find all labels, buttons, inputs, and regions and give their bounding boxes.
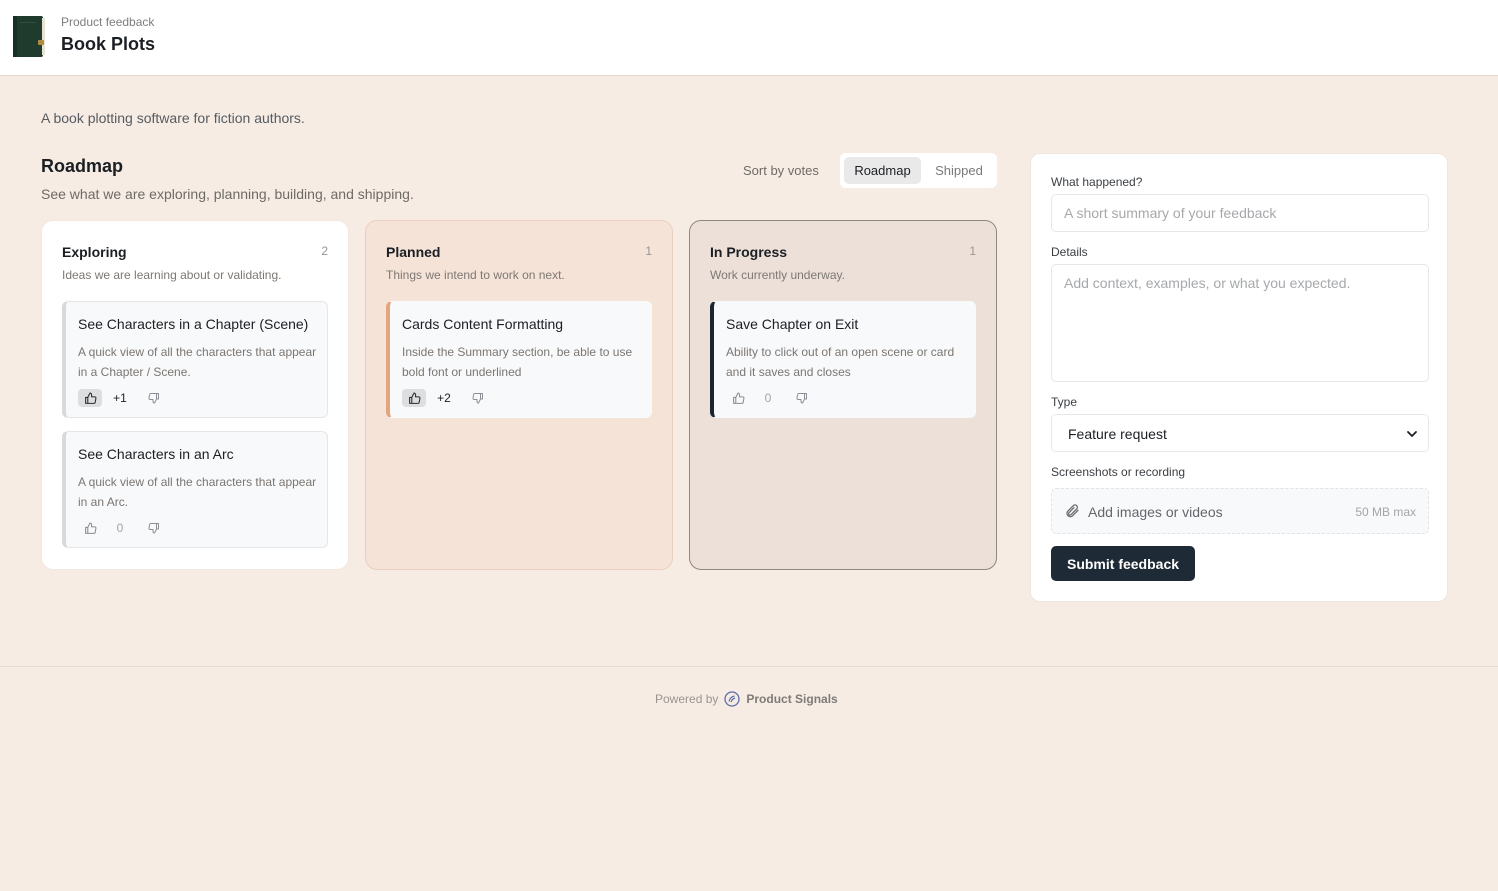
- product-signals-link[interactable]: Product Signals: [746, 692, 837, 706]
- powered-by-text: Powered by: [655, 692, 719, 706]
- thumbs-down-icon: [796, 393, 807, 404]
- details-textarea[interactable]: [1051, 264, 1429, 382]
- type-select-value: Feature request: [1068, 426, 1167, 442]
- column-in-progress: In Progress 1 Work currently underway. S…: [689, 220, 997, 570]
- upvote-button[interactable]: [78, 519, 102, 537]
- upvote-button[interactable]: [78, 389, 102, 407]
- downvote-button[interactable]: [142, 519, 166, 537]
- media-label: Screenshots or recording: [1051, 465, 1186, 479]
- column-title: Exploring: [62, 244, 127, 260]
- roadmap-title: Roadmap: [41, 156, 124, 176]
- thumbs-down-icon: [472, 393, 483, 404]
- card-title: Save Chapter on Exit: [726, 316, 859, 332]
- footer-divider: [0, 666, 1498, 667]
- book-icon: [13, 16, 45, 57]
- column-title: Planned: [386, 244, 441, 260]
- downvote-button[interactable]: [142, 389, 166, 407]
- card-body: Ability to click out of an open scene or…: [726, 345, 955, 379]
- footer: Powered by Product Signals: [655, 691, 838, 707]
- roadmap-subtitle: See what we are exploring, planning, bui…: [41, 186, 414, 202]
- media-upload[interactable]: Add images or videos 50 MB max: [1051, 488, 1429, 534]
- roadmap-card[interactable]: Save Chapter on Exit Ability to click ou…: [710, 301, 976, 418]
- brand-title: Book Plots: [61, 34, 156, 54]
- column-count: 1: [969, 244, 976, 258]
- tagline: A book plotting software for fiction aut…: [41, 110, 305, 126]
- chevron-down-icon: [1407, 431, 1417, 437]
- downvote-button[interactable]: [466, 389, 490, 407]
- paperclip-icon: [1066, 504, 1079, 518]
- upvote-button[interactable]: [402, 389, 426, 407]
- thumbs-up-icon: [408, 392, 420, 404]
- tab-roadmap[interactable]: Roadmap: [844, 157, 921, 184]
- brand-subtitle: Product feedback: [61, 15, 155, 29]
- thumbs-up-icon: [84, 522, 96, 534]
- card-title: Cards Content Formatting: [402, 316, 564, 332]
- type-label: Type: [1051, 395, 1078, 409]
- thumbs-down-icon: [148, 523, 159, 534]
- thumbs-up-icon: [84, 392, 96, 404]
- vote-count: +2: [437, 391, 451, 405]
- tab-shipped[interactable]: Shipped: [925, 157, 993, 184]
- thumbs-up-icon: [732, 392, 744, 404]
- summary-label: What happened?: [1051, 175, 1143, 189]
- card-title: See Characters in a Chapter (Scene): [78, 316, 309, 332]
- column-count: 2: [321, 244, 328, 258]
- roadmap-card[interactable]: See Characters in an Arc A quick view of…: [62, 431, 328, 548]
- vote-count: 0: [116, 521, 124, 535]
- vote-count: +1: [113, 391, 127, 405]
- column-exploring: Exploring 2 Ideas we are learning about …: [41, 220, 349, 570]
- submit-feedback-button[interactable]: Submit feedback: [1051, 546, 1195, 581]
- downvote-button[interactable]: [790, 389, 814, 407]
- card-body: Inside the Summary section, be able to u…: [402, 345, 633, 379]
- product-signals-logo-icon: [724, 691, 741, 707]
- column-description: Ideas we are learning about or validatin…: [62, 268, 282, 282]
- summary-input[interactable]: [1051, 194, 1429, 232]
- roadmap-card[interactable]: See Characters in a Chapter (Scene) A qu…: [62, 301, 328, 418]
- column-title: In Progress: [710, 244, 788, 260]
- column-description: Things we intend to work on next.: [386, 268, 565, 282]
- upvote-button[interactable]: [726, 389, 750, 407]
- media-upload-text: Add images or videos: [1088, 504, 1223, 520]
- top-bar: Product feedback Book Plots: [0, 0, 1498, 76]
- details-label: Details: [1051, 245, 1088, 259]
- feedback-form: What happened? Details Type Feature requ…: [1030, 153, 1448, 602]
- column-planned: Planned 1 Things we intend to work on ne…: [365, 220, 673, 570]
- media-size-limit: 50 MB max: [1355, 505, 1416, 519]
- column-count: 1: [645, 244, 652, 258]
- view-toggle: Roadmap Shipped: [840, 153, 997, 188]
- vote-count: 0: [764, 391, 772, 405]
- card-body: A quick view of all the characters that …: [78, 475, 317, 509]
- column-description: Work currently underway.: [710, 268, 845, 282]
- card-body: A quick view of all the characters that …: [78, 345, 317, 379]
- thumbs-down-icon: [148, 393, 159, 404]
- roadmap-card[interactable]: Cards Content Formatting Inside the Summ…: [386, 301, 652, 418]
- sort-by-votes-button[interactable]: Sort by votes: [743, 163, 819, 178]
- card-title: See Characters in an Arc: [78, 446, 234, 462]
- type-select[interactable]: Feature request: [1051, 414, 1429, 452]
